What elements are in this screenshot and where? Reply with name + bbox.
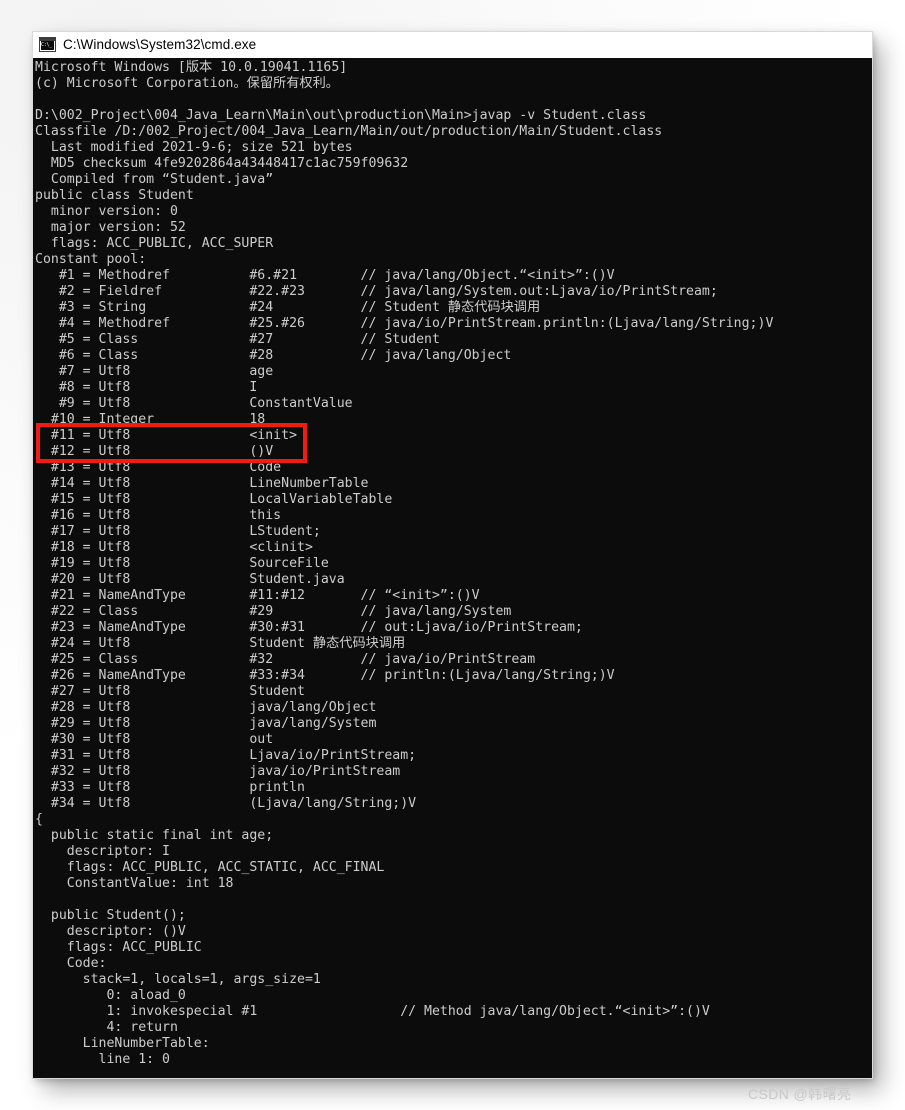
console-output-area[interactable]: Microsoft Windows [版本 10.0.19041.1165] (… — [33, 58, 872, 1077]
csdn-watermark: CSDN @韩曙亮 — [748, 1086, 852, 1102]
window-title-bar[interactable]: C:\Windows\System32\cmd.exe — [33, 32, 872, 58]
console-window: C:\Windows\System32\cmd.exe Microsoft Wi… — [33, 32, 872, 1078]
cmd-icon — [39, 37, 56, 52]
console-text: Microsoft Windows [版本 10.0.19041.1165] (… — [35, 60, 774, 1067]
window-title-text: C:\Windows\System32\cmd.exe — [63, 37, 257, 52]
